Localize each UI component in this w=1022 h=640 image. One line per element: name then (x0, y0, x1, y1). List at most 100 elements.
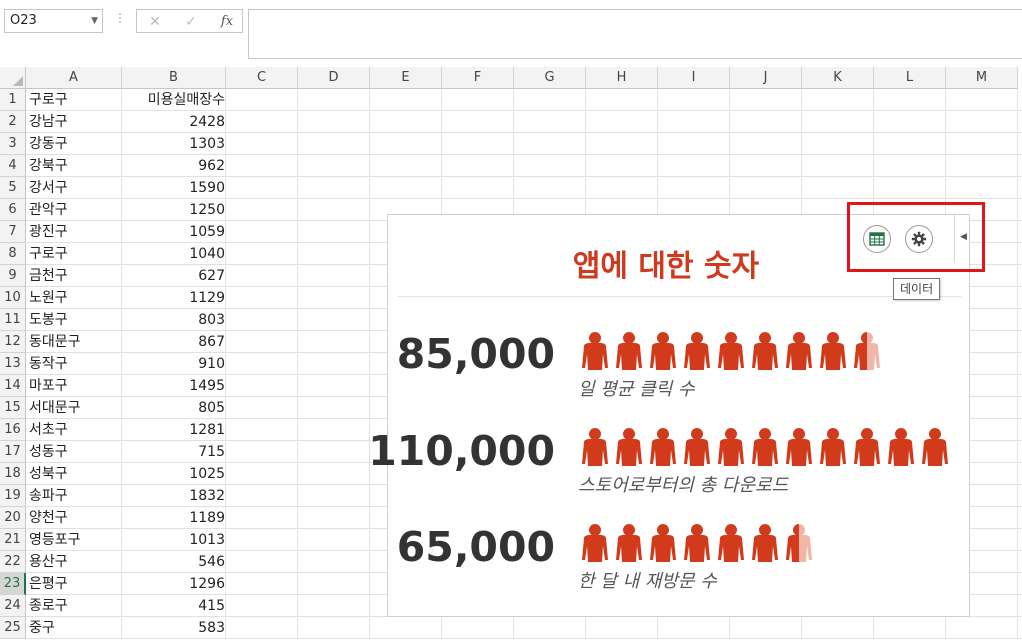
column-header-b[interactable]: B (122, 67, 226, 89)
cell-a[interactable]: 영등포구 (29, 529, 121, 551)
cell-b[interactable]: 1281 (122, 419, 225, 441)
cell-a[interactable]: 마포구 (29, 375, 121, 397)
row-header[interactable]: 3 (0, 133, 26, 155)
cell-b[interactable]: 1495 (122, 375, 225, 397)
column-header-j[interactable]: J (730, 67, 802, 89)
row-header[interactable]: 17 (0, 441, 26, 463)
column-header-m[interactable]: M (946, 67, 1018, 89)
enter-icon[interactable]: ✓ (179, 12, 203, 32)
cell-a[interactable]: 강동구 (29, 133, 121, 155)
cell-a[interactable]: 서초구 (29, 419, 121, 441)
cell-b[interactable]: 2428 (122, 111, 225, 133)
cell-a[interactable]: 광진구 (29, 221, 121, 243)
column-header-i[interactable]: I (658, 67, 730, 89)
cell-a[interactable]: 성북구 (29, 463, 121, 485)
column-header-g[interactable]: G (514, 67, 586, 89)
row-header[interactable]: 10 (0, 287, 26, 309)
cell-a[interactable]: 종로구 (29, 595, 121, 617)
cell-a[interactable]: 동대문구 (29, 331, 121, 353)
row-header[interactable]: 11 (0, 309, 26, 331)
column-header-l[interactable]: L (874, 67, 946, 89)
cell-a[interactable]: 양천구 (29, 507, 121, 529)
row-header[interactable]: 1 (0, 89, 26, 111)
cell-a[interactable]: 강남구 (29, 111, 121, 133)
cell-b[interactable]: 1013 (122, 529, 225, 551)
row-header[interactable]: 23 (0, 573, 26, 595)
cell-a[interactable]: 송파구 (29, 485, 121, 507)
cell-b[interactable]: 805 (122, 397, 225, 419)
column-header-a[interactable]: A (26, 67, 122, 89)
cancel-icon[interactable]: ✕ (143, 12, 167, 32)
cell-a[interactable]: 서대문구 (29, 397, 121, 419)
row-header[interactable]: 13 (0, 353, 26, 375)
column-header-k[interactable]: K (802, 67, 874, 89)
chevron-down-icon[interactable]: ▼ (91, 10, 98, 32)
person-icon (650, 332, 676, 370)
cell-b[interactable]: 1189 (122, 507, 225, 529)
people-graph-panel[interactable]: 앱에 대한 숫자 ◀ 85,000 일 평균 클릭 수 110,000 스토어로… (368, 214, 970, 617)
row-header[interactable]: 7 (0, 221, 26, 243)
cell-b[interactable]: 627 (122, 265, 225, 287)
row-header[interactable]: 16 (0, 419, 26, 441)
cell-b[interactable]: 1303 (122, 133, 225, 155)
cell-b[interactable]: 1296 (122, 573, 225, 595)
cell-b[interactable]: 546 (122, 551, 225, 573)
cell-b[interactable]: 867 (122, 331, 225, 353)
select-all-button[interactable] (0, 67, 26, 89)
cell-a[interactable]: 중구 (29, 617, 121, 639)
cell-b[interactable]: 1059 (122, 221, 225, 243)
cell-b[interactable]: 1040 (122, 243, 225, 265)
cell-b[interactable]: 715 (122, 441, 225, 463)
row-header[interactable]: 24 (0, 595, 26, 617)
row-header[interactable]: 6 (0, 199, 26, 221)
row-header[interactable]: 15 (0, 397, 26, 419)
cell-a[interactable]: 용산구 (29, 551, 121, 573)
row-header[interactable]: 18 (0, 463, 26, 485)
column-header-c[interactable]: C (226, 67, 298, 89)
cell-a[interactable]: 동작구 (29, 353, 121, 375)
insert-function-icon[interactable]: fx (215, 12, 239, 32)
cell-b[interactable]: 1250 (122, 199, 225, 221)
cell-b[interactable]: 415 (122, 595, 225, 617)
drag-handle-icon[interactable]: ⋮ (114, 11, 126, 25)
person-icon (718, 428, 744, 466)
row-header[interactable]: 14 (0, 375, 26, 397)
cell-b[interactable]: 962 (122, 155, 225, 177)
cell-a[interactable]: 노원구 (29, 287, 121, 309)
column-header-h[interactable]: H (586, 67, 658, 89)
cell-a[interactable]: 금천구 (29, 265, 121, 287)
cell-b[interactable]: 1129 (122, 287, 225, 309)
cell-b[interactable]: 910 (122, 353, 225, 375)
cell-a[interactable]: 성동구 (29, 441, 121, 463)
cell-a[interactable]: 강북구 (29, 155, 121, 177)
cell-b[interactable]: 미용실매장수 (122, 89, 225, 111)
column-header-f[interactable]: F (442, 67, 514, 89)
row-header[interactable]: 9 (0, 265, 26, 287)
row-header[interactable]: 2 (0, 111, 26, 133)
cell-a[interactable]: 구로구 (29, 89, 121, 111)
row-header[interactable]: 20 (0, 507, 26, 529)
cell-a[interactable]: 강서구 (29, 177, 121, 199)
formula-input[interactable] (248, 9, 1022, 59)
column-header-d[interactable]: D (298, 67, 370, 89)
cell-a[interactable]: 도봉구 (29, 309, 121, 331)
cell-a[interactable]: 구로구 (29, 243, 121, 265)
cell-b[interactable]: 1025 (122, 463, 225, 485)
row-header[interactable]: 5 (0, 177, 26, 199)
row-header[interactable]: 21 (0, 529, 26, 551)
cell-b[interactable]: 1590 (122, 177, 225, 199)
row-header[interactable]: 4 (0, 155, 26, 177)
cell-b[interactable]: 583 (122, 617, 225, 639)
cell-a[interactable]: 은평구 (29, 573, 121, 595)
column-header-e[interactable]: E (370, 67, 442, 89)
name-box[interactable]: O23 ▼ (4, 9, 103, 33)
row-header[interactable]: 19 (0, 485, 26, 507)
stat-label: 일 평균 클릭 수 (578, 379, 695, 400)
cell-a[interactable]: 관악구 (29, 199, 121, 221)
cell-b[interactable]: 1832 (122, 485, 225, 507)
row-header[interactable]: 8 (0, 243, 26, 265)
row-header[interactable]: 22 (0, 551, 26, 573)
row-header[interactable]: 25 (0, 617, 26, 639)
row-header[interactable]: 12 (0, 331, 26, 353)
cell-b[interactable]: 803 (122, 309, 225, 331)
